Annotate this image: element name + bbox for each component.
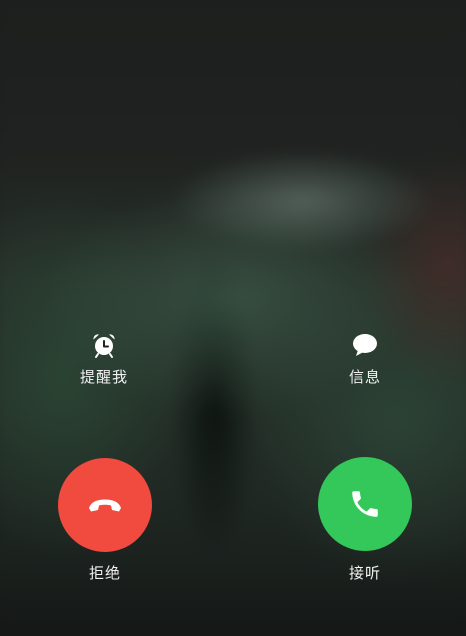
chat-bubble-icon bbox=[353, 334, 377, 356]
blurred-background bbox=[0, 0, 466, 636]
alarm-clock-icon bbox=[93, 334, 115, 358]
message-label: 信息 bbox=[348, 368, 381, 386]
decline-button[interactable] bbox=[58, 458, 152, 552]
accept-button[interactable] bbox=[318, 457, 412, 551]
remind-me-label: 提醒我 bbox=[79, 368, 128, 386]
phone-hangup-icon bbox=[89, 499, 121, 512]
accept-label: 接听 bbox=[348, 564, 381, 582]
decline-label: 拒绝 bbox=[88, 564, 121, 582]
remind-me-button[interactable]: 提醒我 bbox=[44, 331, 164, 387]
phone-icon bbox=[352, 491, 378, 517]
message-button[interactable]: 信息 bbox=[305, 331, 425, 387]
